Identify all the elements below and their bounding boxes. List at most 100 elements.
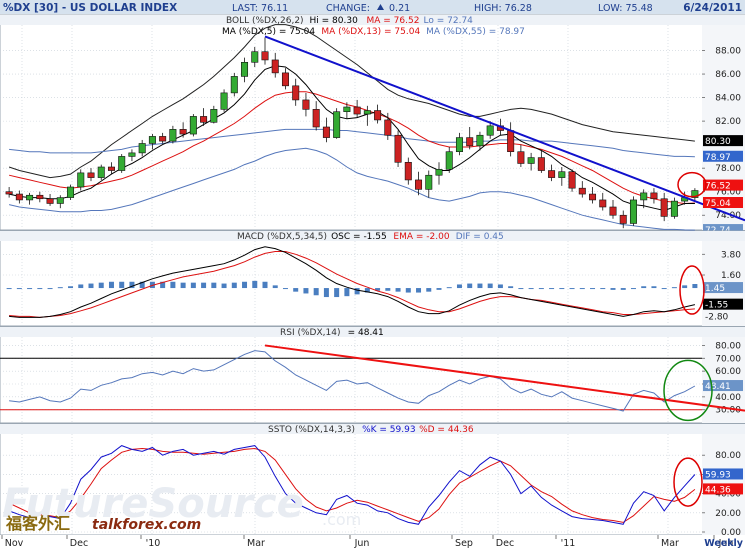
high-price: HIGH: 76.28: [474, 3, 532, 14]
ssto-y-tick-3: 20.00: [715, 509, 741, 519]
macd-legend-0: MACD (%DX,5,34,5): [237, 232, 327, 242]
macd-hist-bar-2: [27, 288, 33, 290]
macd-hist-bar-1: [16, 288, 22, 290]
price-legend-ma-1: MA (%DX,13) = 75.04: [321, 27, 420, 37]
candle-body-32: [333, 111, 341, 138]
candle-body-61: [629, 199, 637, 224]
macd-hist-bar-34: [354, 288, 360, 295]
macd-hist-bar-58: [600, 288, 606, 290]
macd-hist-bar-23: [242, 281, 248, 289]
macd-hist-bar-38: [395, 288, 401, 292]
candle-body-49: [507, 130, 515, 153]
candle-body-33: [343, 106, 351, 113]
watermark-suffix: .com: [322, 510, 361, 529]
macd-hist-bar-41: [426, 288, 432, 292]
x-axis: Nov Dec '10 Mar Jun Sep Dec '11 Mar JunWeekly: [0, 535, 745, 550]
candle-body-58: [599, 199, 607, 208]
candle-body-19: [200, 116, 208, 123]
macd-y-tick-1: 1.60: [721, 271, 741, 281]
candle-body-25: [261, 51, 269, 61]
macd-hist-bar-33: [344, 288, 350, 297]
macd-hist-bar-16: [170, 281, 176, 289]
change-label: CHANGE:: [326, 3, 370, 14]
candle-body-37: [384, 119, 392, 136]
price-y-tick-6: 74.00: [715, 211, 741, 221]
candle-body-64: [660, 198, 668, 217]
watermark-site-text: talkforex.com: [92, 517, 201, 533]
macd-hist-bar-24: [252, 280, 258, 289]
macd-hist-bar-52: [538, 288, 544, 290]
macd-hist-bar-6: [68, 286, 74, 289]
candle-body-63: [650, 192, 658, 200]
candle-body-2: [26, 194, 34, 201]
macd-hist-bar-51: [528, 288, 534, 290]
candle-body-44: [455, 137, 463, 153]
macd-hist-bar-18: [190, 282, 196, 289]
macd-hist-bar-17: [180, 282, 186, 289]
candle-body-8: [87, 172, 95, 178]
price-legend-ma-2: MA (%DX,55) = 78.97: [426, 27, 525, 37]
macd-hist-bar-20: [211, 282, 217, 289]
candle-body-3: [36, 194, 44, 200]
candle-body-46: [476, 134, 484, 147]
macd-panel-frame: [0, 230, 745, 327]
candle-body-21: [220, 92, 228, 110]
candle-body-45: [466, 137, 474, 147]
macd-hist-bar-7: [78, 284, 84, 289]
candle-body-11: [118, 156, 126, 171]
candle-body-31: [322, 126, 330, 138]
macd-legend-2: EMA = -2.00: [393, 232, 449, 242]
macd-hist-bar-45: [467, 283, 473, 289]
rsi-y-tick-2: 60.00: [715, 367, 741, 377]
ssto-legend-2: %D = 44.36: [419, 425, 474, 435]
price-legend-boll-2: MA = 76.52: [367, 16, 420, 26]
price-legend-boll-0: BOLL (%DX,26,2): [226, 16, 304, 26]
x-axis-strip: [0, 535, 745, 550]
macd-hist-bar-5: [57, 287, 63, 289]
candle-body-65: [670, 200, 678, 217]
candle-body-5: [56, 197, 64, 204]
macd-hist-bar-29: [303, 288, 309, 294]
rsi-panel-frame: [0, 326, 745, 424]
candle-body-56: [578, 187, 586, 195]
price-y-tick-5: 88.00: [715, 47, 741, 57]
low-price: LOW: 75.48: [598, 3, 653, 14]
candle-body-4: [46, 198, 54, 204]
macd-hist-bar-9: [98, 282, 104, 289]
macd-hist-bar-26: [272, 285, 278, 289]
candle-body-20: [210, 109, 218, 123]
ssto-last-label-0: 59.93: [705, 470, 731, 480]
price-y-tick-2: 82.00: [715, 117, 741, 127]
macd-hist-bar-64: [661, 288, 667, 290]
macd-hist-bar-60: [620, 288, 626, 290]
macd-hist-bar-30: [313, 288, 319, 296]
macd-hist-bar-10: [108, 281, 114, 289]
candle-body-50: [517, 151, 525, 164]
x-tick-label-4: Jun: [354, 538, 370, 549]
candle-body-43: [445, 151, 453, 170]
rsi-y-tick-4: 40.00: [715, 393, 741, 403]
macd-hist-bar-0: [6, 288, 12, 290]
price-y-tick-4: 86.00: [715, 70, 741, 80]
candle-body-39: [404, 161, 412, 181]
macd-hist-bar-22: [231, 282, 237, 289]
candle-body-34: [353, 106, 361, 115]
x-tick-label-3: Mar: [247, 538, 265, 549]
candle-body-53: [548, 170, 556, 178]
candle-body-13: [138, 143, 146, 154]
rsi-legend-prefix: RSI (%DX,14): [280, 328, 340, 338]
macd-hist-bar-54: [559, 288, 565, 290]
candle-body-23: [241, 61, 249, 77]
candle-body-1: [15, 193, 23, 201]
x-tick-label-1: Dec: [70, 538, 88, 549]
macd-hist-bar-37: [385, 288, 391, 291]
rsi-last-label-0: 48.41: [705, 382, 731, 392]
macd-hist-bar-55: [569, 288, 575, 290]
candle-body-51: [527, 157, 535, 164]
candle-body-47: [486, 125, 494, 136]
macd-last-label-2: -2.80: [705, 312, 729, 322]
x-tick-label-7: '11: [561, 538, 576, 549]
candle-body-9: [97, 166, 105, 178]
x-tick-label-2: '10: [146, 538, 161, 549]
price-last-label-1: 78.97: [705, 153, 731, 163]
